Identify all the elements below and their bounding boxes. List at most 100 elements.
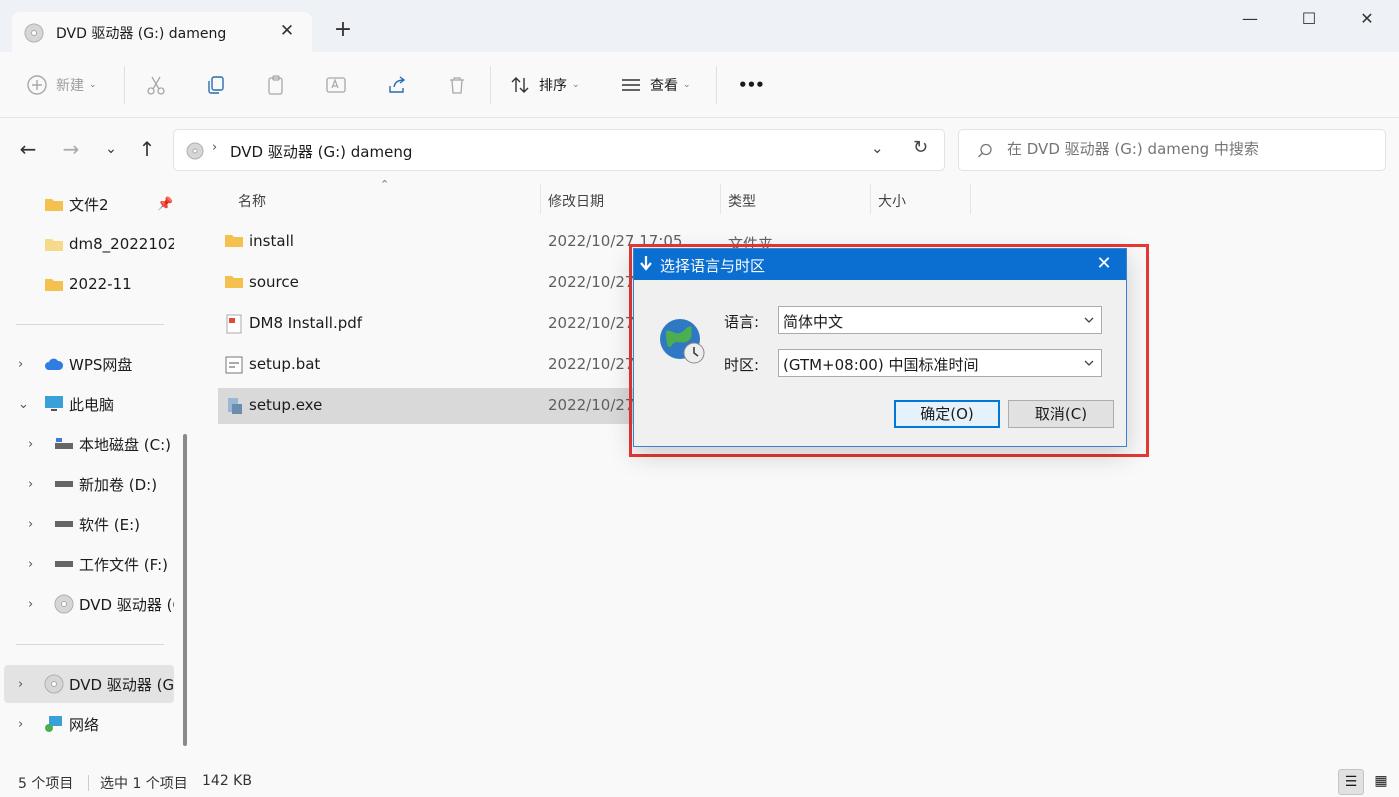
search-input[interactable]: [1007, 140, 1367, 158]
tab-current[interactable]: DVD 驱动器 (G:) dameng ✕: [12, 12, 312, 52]
cancel-button[interactable]: 取消(C): [1008, 400, 1114, 428]
address-dropdown-button[interactable]: ⌄: [871, 139, 884, 157]
list-item[interactable]: setup.bat 2022/10/27: [218, 347, 638, 383]
new-icon: [27, 75, 47, 95]
sidebar-item-label: DVD 驱动器 (G:) dameng: [69, 675, 174, 694]
divider: [88, 775, 89, 791]
sidebar-item-drive-c[interactable]: › 本地磁盘 (C:): [4, 425, 174, 463]
dvd-icon: [54, 594, 74, 614]
timezone-select[interactable]: (GTM+08:00) 中国标准时间: [778, 349, 1102, 377]
chevron-down-icon: [1084, 360, 1094, 366]
sidebar-item-network[interactable]: › 网络: [4, 705, 174, 743]
list-item[interactable]: DM8 Install.pdf 2022/10/27: [218, 306, 638, 342]
details-view-button[interactable]: ☰: [1338, 769, 1364, 795]
paste-button[interactable]: [265, 70, 287, 100]
column-header-size[interactable]: 大小: [878, 191, 906, 211]
sort-label: 排序: [539, 78, 567, 94]
column-header-type[interactable]: 类型: [728, 191, 756, 211]
tab-title: DVD 驱动器 (G:) dameng: [56, 26, 227, 42]
sidebar-item-file2[interactable]: 文件2 📌: [4, 185, 174, 223]
sidebar-item-drive-g-pc[interactable]: › DVD 驱动器 (G:) dameng: [4, 585, 174, 623]
sidebar-item-label: dm8_20221027: [69, 235, 174, 253]
forward-button[interactable]: →: [59, 138, 83, 162]
sidebar-item-drive-f[interactable]: › 工作文件 (F:): [4, 545, 174, 583]
divider: [490, 66, 491, 104]
column-divider[interactable]: [540, 184, 541, 214]
cut-button[interactable]: [145, 70, 167, 100]
chevron-right-icon: ›: [28, 436, 34, 452]
list-item[interactable]: install 2022/10/27 17:05: [218, 224, 682, 260]
tiles-view-button[interactable]: ▦: [1368, 769, 1394, 795]
recent-locations-button[interactable]: ⌄: [99, 138, 123, 162]
dvd-icon: [44, 674, 64, 694]
folder-icon: [45, 239, 63, 251]
close-window-button[interactable]: ✕: [1347, 6, 1387, 34]
cut-icon: [147, 76, 165, 95]
search-icon: [978, 143, 992, 158]
more-options-button[interactable]: •••: [738, 70, 765, 100]
column-divider[interactable]: [720, 184, 721, 214]
rename-button[interactable]: [325, 70, 347, 100]
view-button[interactable]: 查看 ⌄: [620, 70, 691, 100]
drive-icon: [55, 438, 73, 449]
chevron-right-icon: ›: [18, 356, 24, 372]
address-bar[interactable]: › DVD 驱动器 (G:) dameng ⌄ ↻: [173, 129, 945, 171]
sidebar-item-this-pc[interactable]: ⌄ 此电脑: [4, 385, 174, 423]
selection-size: 142 KB: [202, 773, 252, 789]
view-icon: [622, 79, 640, 91]
search-box[interactable]: [958, 129, 1386, 171]
sidebar-item-dm8[interactable]: dm8_20221027: [4, 225, 174, 263]
list-item[interactable]: source 2022/10/27: [218, 265, 638, 301]
new-tab-button[interactable]: +: [330, 18, 356, 44]
new-label: 新建: [56, 78, 84, 94]
language-timezone-dialog: 选择语言与时区 ✕ 语言: 简体中文 时区: (GTM+08:00) 中国标准时…: [633, 248, 1127, 447]
dialog-title-bar[interactable]: 选择语言与时区 ✕: [634, 249, 1126, 280]
chevron-right-icon: ›: [28, 476, 34, 492]
selection-count: 选中 1 个项目: [100, 776, 188, 792]
bat-icon: [225, 356, 243, 374]
back-button[interactable]: ←: [16, 138, 40, 162]
tab-close-button[interactable]: ✕: [275, 20, 299, 44]
chevron-down-icon: ⌄: [89, 80, 97, 90]
divider: [124, 66, 125, 104]
file-name: install: [249, 232, 294, 250]
sidebar-item-wps[interactable]: › WPS网盘: [4, 345, 174, 383]
chevron-down-icon: [1084, 317, 1094, 323]
chevron-right-icon: ›: [28, 596, 34, 612]
minimize-button[interactable]: —: [1230, 6, 1270, 34]
copy-button[interactable]: [205, 70, 227, 100]
sidebar-item-drive-d[interactable]: › 新加卷 (D:): [4, 465, 174, 503]
file-name: source: [249, 273, 299, 291]
column-header-name[interactable]: 名称: [238, 191, 266, 211]
sidebar-item-drive-e[interactable]: › 软件 (E:): [4, 505, 174, 543]
globe-clock-icon: [660, 319, 705, 364]
drive-icon: [55, 561, 73, 567]
share-icon: [389, 76, 406, 93]
up-button[interactable]: ↑: [135, 138, 159, 162]
folder-icon: [225, 235, 243, 247]
new-button[interactable]: 新建 ⌄: [26, 70, 97, 100]
maximize-button[interactable]: ☐: [1289, 6, 1329, 34]
column-divider[interactable]: [970, 184, 971, 214]
dialog-close-button[interactable]: ✕: [1092, 253, 1116, 275]
chevron-right-icon: ›: [28, 556, 34, 572]
sidebar-item-2022-11[interactable]: 2022-11: [4, 265, 174, 303]
timezone-label: 时区:: [724, 356, 760, 374]
delete-button[interactable]: [446, 70, 468, 100]
share-button[interactable]: [386, 70, 408, 100]
list-item-selected[interactable]: setup.exe 2022/10/27: [218, 388, 638, 424]
sidebar-item-drive-g[interactable]: › DVD 驱动器 (G:) dameng: [4, 665, 174, 703]
sidebar-item-label: 工作文件 (F:): [79, 555, 168, 574]
column-divider[interactable]: [870, 184, 871, 214]
ok-button[interactable]: 确定(O): [894, 400, 1000, 428]
divider: [16, 644, 164, 645]
sidebar-item-label: 软件 (E:): [79, 515, 141, 534]
sidebar-scrollbar[interactable]: [183, 434, 187, 746]
download-arrow-icon: [640, 256, 652, 271]
sort-button[interactable]: 排序 ⌄: [509, 70, 580, 100]
refresh-button[interactable]: ↻: [913, 137, 928, 158]
language-select[interactable]: 简体中文: [778, 306, 1102, 334]
sort-icon: [511, 77, 529, 93]
file-name: DM8 Install.pdf: [249, 314, 363, 332]
column-header-modified[interactable]: 修改日期: [548, 191, 604, 211]
